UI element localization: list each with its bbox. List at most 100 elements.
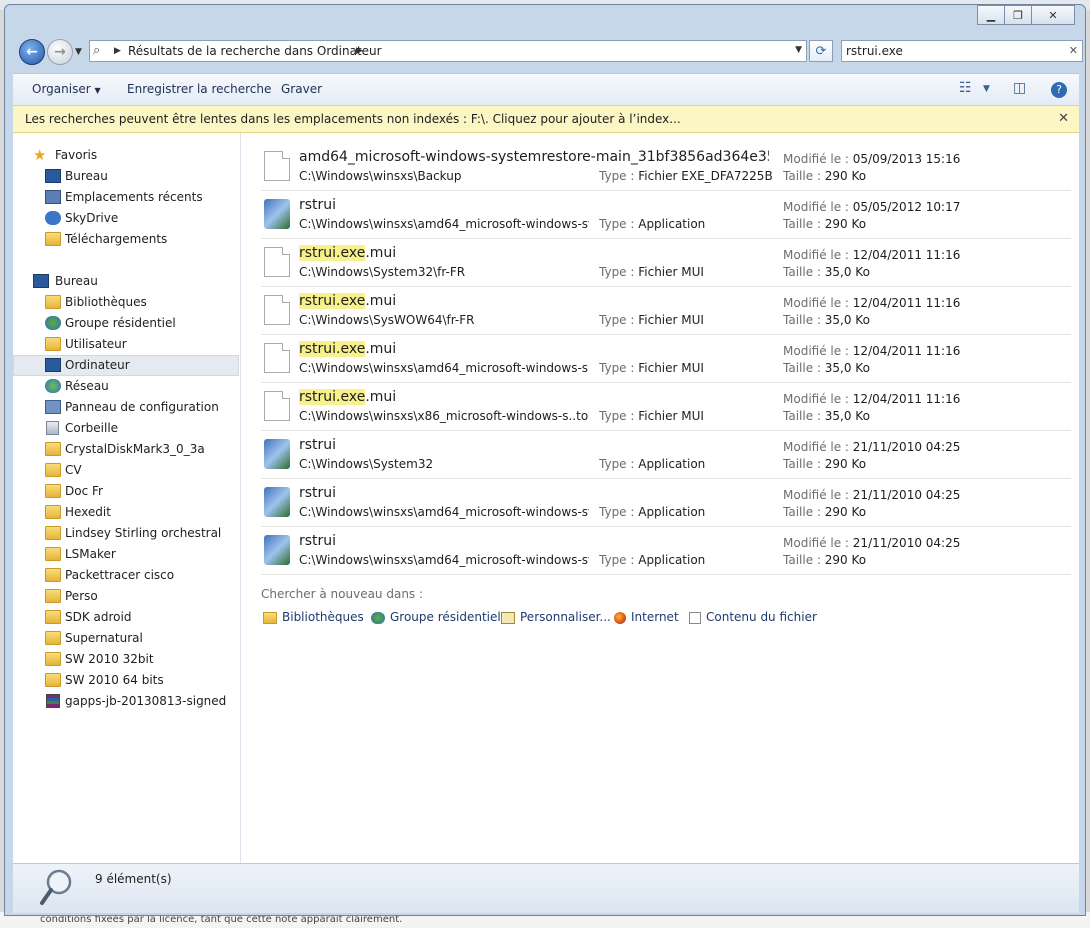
search-box[interactable]: ✕ <box>841 40 1083 62</box>
nav-item-folder[interactable]: Lindsey Stirling orchestral <box>13 523 239 544</box>
minimize-button[interactable]: ▁ <box>977 5 1005 25</box>
file-name[interactable]: rstrui <box>299 437 336 453</box>
nav-desktop[interactable]: Bureau <box>13 271 239 292</box>
desktop-icon <box>45 169 61 183</box>
nav-favorite-skydrive[interactable]: SkyDrive <box>13 208 239 229</box>
address-bar[interactable]: ⌕ ▶ Résultats de la recherche dans Ordin… <box>89 40 807 62</box>
restore-icon: ❐ <box>1013 8 1023 22</box>
result-row[interactable]: rstrui.exe.mui C:\Windows\winsxs\x86_micr… <box>261 383 1071 431</box>
breadcrumb-chevron-icon[interactable]: ▶ <box>356 46 363 56</box>
nav-favorite-recent[interactable]: Emplacements récents <box>13 187 239 208</box>
close-button[interactable]: ✕ <box>1031 5 1075 25</box>
result-row[interactable]: rstrui C:\Windows\System32 Type : Applicat… <box>261 431 1071 479</box>
file-name[interactable]: rstrui <box>299 197 336 213</box>
breadcrumb-location[interactable]: Résultats de la recherche dans Ordinateu… <box>128 44 382 58</box>
nav-item-folder[interactable]: CrystalDiskMark3_0_3a <box>13 439 239 460</box>
recycle-bin-icon <box>46 421 59 435</box>
search-again-homegroup[interactable]: Groupe résidentiel <box>371 610 501 624</box>
result-row[interactable]: rstrui C:\Windows\winsxs\amd64_microsoft-… <box>261 191 1071 239</box>
nav-item-user[interactable]: Utilisateur <box>13 334 239 355</box>
search-again-internet[interactable]: Internet <box>614 610 679 624</box>
nav-item-folder[interactable]: CV <box>13 460 239 481</box>
info-bar-message[interactable]: Les recherches peuvent être lentes dans … <box>25 112 681 126</box>
forward-button[interactable]: → <box>47 39 73 65</box>
file-modified: Modifié le : 21/11/2010 04:25 <box>783 488 961 502</box>
folder-icon <box>45 652 61 666</box>
file-path: C:\Windows\System32 <box>299 457 434 471</box>
customize-icon <box>501 611 515 624</box>
nav-item-folder[interactable]: SW 2010 64 bits <box>13 670 239 691</box>
save-search-button[interactable]: Enregistrer la recherche <box>127 82 271 96</box>
file-path: C:\Windows\winsxs\amd64_microsoft-window… <box>299 553 589 567</box>
search-input[interactable] <box>846 43 1056 59</box>
back-arrow-icon: ← <box>26 44 38 60</box>
file-name[interactable]: rstrui.exe.mui <box>299 293 396 309</box>
close-infobar-icon[interactable]: ✕ <box>1058 111 1069 126</box>
refresh-button[interactable]: ⟳ <box>809 40 833 62</box>
chevron-right-icon[interactable]: ▶ <box>114 46 121 56</box>
search-again-libraries[interactable]: Bibliothèques <box>263 610 364 624</box>
file-name[interactable]: rstrui <box>299 485 336 501</box>
organise-menu[interactable]: Organiser ▼ <box>32 82 101 96</box>
desktop-icon <box>33 274 49 288</box>
nav-favorite-bureau[interactable]: Bureau <box>13 166 239 187</box>
navigation-pane: ★ Favoris Bureau Emplacements récents Sk… <box>13 133 241 863</box>
file-name[interactable]: amd64_microsoft-windows-systemrestore-ma… <box>299 149 769 165</box>
file-icon <box>264 151 290 181</box>
firefox-icon <box>614 611 626 624</box>
file-name[interactable]: rstrui.exe.mui <box>299 245 396 261</box>
nav-item-archive[interactable]: gapps-jb-20130813-signed <box>13 691 239 712</box>
result-row[interactable]: rstrui.exe.mui C:\Windows\winsxs\amd64_mi… <box>261 335 1071 383</box>
nav-item-folder[interactable]: Hexedit <box>13 502 239 523</box>
minimize-icon: ▁ <box>986 8 996 22</box>
address-dropdown-icon[interactable]: ▼ <box>795 45 802 55</box>
result-row[interactable]: rstrui.exe.mui C:\Windows\SysWOW64\fr-FR T… <box>261 287 1071 335</box>
view-options-icon[interactable]: ☷ <box>959 80 972 96</box>
search-again-file-contents[interactable]: Contenu du fichier <box>689 610 817 624</box>
file-name[interactable]: rstrui.exe.mui <box>299 389 396 405</box>
downloads-folder-icon <box>45 232 61 246</box>
nav-item-libraries[interactable]: Bibliothèques <box>13 292 239 313</box>
nav-label: SkyDrive <box>65 211 119 225</box>
result-row[interactable]: rstrui C:\Windows\winsxs\amd64_microsoft-… <box>261 479 1071 527</box>
file-icon <box>264 343 290 373</box>
nav-item-folder[interactable]: Doc Fr <box>13 481 239 502</box>
nav-item-folder[interactable]: SDK adroid <box>13 607 239 628</box>
help-icon[interactable]: ? <box>1051 82 1067 98</box>
result-row[interactable]: rstrui.exe.mui C:\Windows\System32\fr-FR T… <box>261 239 1071 287</box>
recent-pages-dropdown[interactable]: ▼ <box>75 47 82 57</box>
result-row[interactable]: rstrui C:\Windows\winsxs\amd64_microsoft-… <box>261 527 1071 575</box>
nav-item-folder[interactable]: SW 2010 32bit <box>13 649 239 670</box>
nav-favorites[interactable]: ★ Favoris <box>13 145 239 166</box>
file-name[interactable]: rstrui.exe.mui <box>299 341 396 357</box>
back-button[interactable]: ← <box>19 39 45 65</box>
folder-icon <box>45 526 61 540</box>
nav-label: Téléchargements <box>65 232 168 246</box>
nav-item-folder[interactable]: Supernatural <box>13 628 239 649</box>
nav-favorite-downloads[interactable]: Téléchargements <box>13 229 239 250</box>
preview-pane-icon[interactable]: ◫ <box>1013 80 1026 96</box>
nav-item-network[interactable]: Réseau <box>13 376 239 397</box>
application-icon <box>264 439 290 469</box>
view-dropdown-icon[interactable]: ▼ <box>983 84 990 94</box>
nav-item-recycle-bin[interactable]: Corbeille <box>13 418 239 439</box>
file-path: C:\Windows\winsxs\x86_microsoft-windows-… <box>299 409 589 423</box>
info-bar[interactable]: Les recherches peuvent être lentes dans … <box>13 105 1079 133</box>
maximize-button[interactable]: ❐ <box>1004 5 1032 25</box>
nav-label: Corbeille <box>65 421 119 435</box>
search-again-customize[interactable]: Personnaliser... <box>501 610 611 624</box>
nav-item-folder[interactable]: LSMaker <box>13 544 239 565</box>
nav-item-folder[interactable]: Packettracer cisco <box>13 565 239 586</box>
search-location-icon: ⌕ <box>93 43 101 58</box>
caption-buttons: ▁ ❐ ✕ <box>977 5 1075 25</box>
nav-item-folder[interactable]: Perso <box>13 586 239 607</box>
result-row[interactable]: amd64_microsoft-windows-systemrestore-ma… <box>261 143 1071 191</box>
file-name[interactable]: rstrui <box>299 533 336 549</box>
nav-label: gapps-jb-20130813-signed <box>65 694 227 708</box>
nav-item-homegroup[interactable]: Groupe résidentiel <box>13 313 239 334</box>
nav-item-computer[interactable]: Ordinateur <box>13 355 239 376</box>
burn-button[interactable]: Graver <box>281 82 322 96</box>
clear-search-icon[interactable]: ✕ <box>1069 44 1078 57</box>
address-row: ← → ▼ ⌕ ▶ Résultats de la recherche dans… <box>13 37 1083 67</box>
nav-item-control-panel[interactable]: Panneau de configuration <box>13 397 239 418</box>
